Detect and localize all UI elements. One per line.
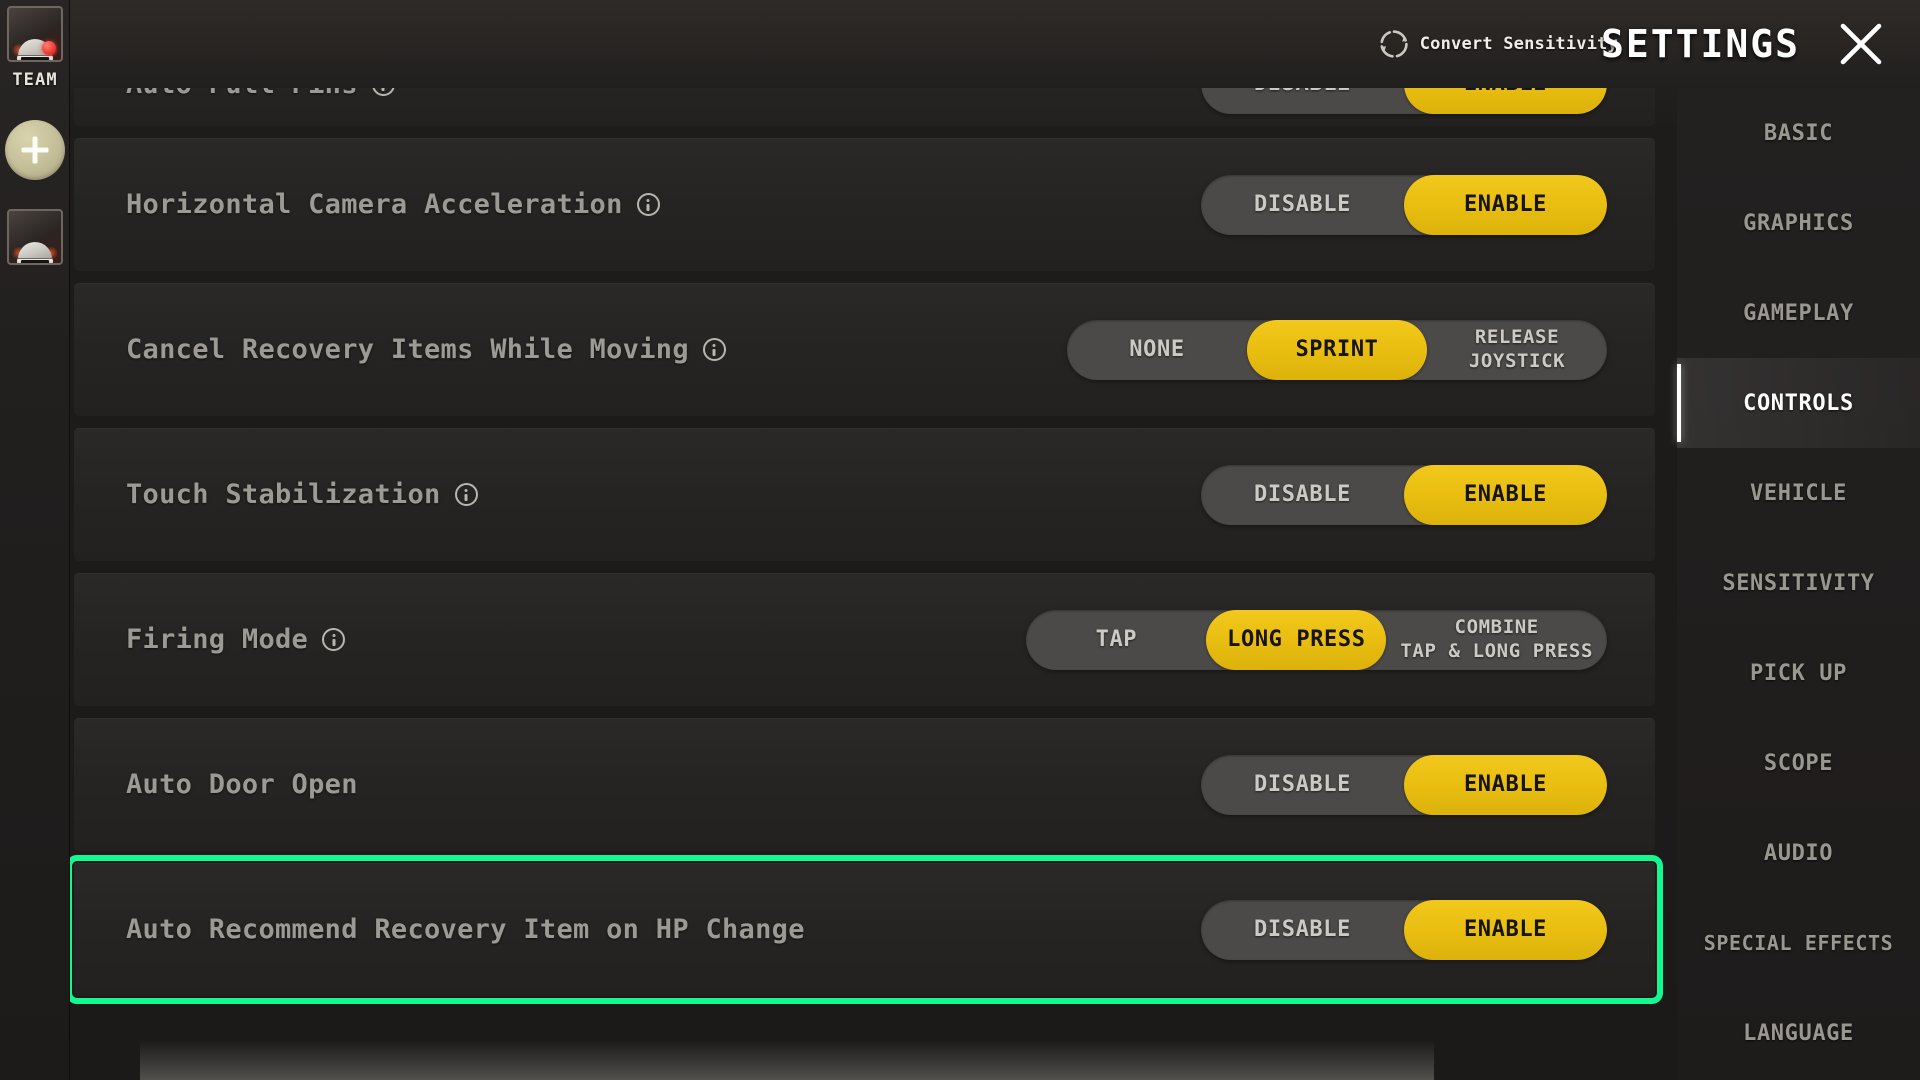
- setting-label: Auto Door Open: [126, 769, 358, 800]
- setting-option-group[interactable]: DISABLE ENABLE: [1201, 899, 1607, 960]
- setting-option-group[interactable]: DISABLE ENABLE: [1201, 754, 1607, 815]
- setting-option-group[interactable]: DISABLE ENABLE: [1201, 88, 1607, 114]
- option-label-line: DISABLE: [1254, 88, 1351, 96]
- option-disable[interactable]: DISABLE: [1201, 88, 1404, 114]
- option-label-line: ENABLE: [1464, 88, 1547, 96]
- option-label-line: DISABLE: [1254, 191, 1351, 217]
- list-bottom-fade: [140, 1040, 1434, 1080]
- info-icon[interactable]: [454, 483, 478, 506]
- tab-audio[interactable]: AUDIO: [1677, 808, 1920, 898]
- option-label-line: TAP & LONG PRESS: [1400, 639, 1593, 662]
- option-label-line: TAP: [1095, 626, 1138, 652]
- option-label-line: COMBINE: [1454, 615, 1539, 638]
- option-enable[interactable]: ENABLE: [1404, 88, 1607, 114]
- option-none[interactable]: NONE: [1067, 320, 1247, 380]
- setting-label-wrap: Firing Mode: [126, 624, 346, 655]
- option-label-line: ENABLE: [1463, 916, 1548, 942]
- settings-screen: TEAM Convert Sensitivity SETTINGS Horizo…: [0, 0, 1920, 1080]
- setting-label-wrap: Auto Pull Pins: [126, 88, 395, 100]
- option-label-line: ENABLE: [1463, 771, 1548, 797]
- notification-dot: [42, 41, 56, 55]
- tab-graphics[interactable]: GRAPHICS: [1677, 178, 1920, 268]
- settings-tab-rail[interactable]: BASIC GRAPHICS GAMEPLAY CONTROLS VEHICLE SENS…: [1677, 88, 1920, 1080]
- setting-label: Cancel Recovery Items While Moving: [126, 334, 689, 365]
- setting-row: Horizontal Camera Acceleration DISABLE ENA…: [74, 138, 1655, 271]
- setting-row: Firing Mode TAP LONG PRESS COMBINE TAP & LON…: [74, 573, 1655, 706]
- setting-row: Auto Recommend Recovery Item on HP Chang…: [70, 855, 1663, 1004]
- option-label-line: DISABLE: [1254, 916, 1351, 942]
- option-label-line: RELEASE: [1474, 325, 1560, 348]
- setting-label-wrap: Touch Stabilization: [126, 479, 478, 510]
- info-icon[interactable]: [371, 88, 395, 96]
- option-label-line: LONG PRESS: [1227, 626, 1366, 652]
- setting-label: Auto Pull Pins: [126, 88, 358, 100]
- close-button[interactable]: [1832, 15, 1890, 73]
- tab-scope[interactable]: SCOPE: [1677, 718, 1920, 808]
- option-combine-tap-long-press[interactable]: COMBINE TAP & LONG PRESS: [1386, 610, 1607, 670]
- convert-sensitivity-button[interactable]: Convert Sensitivity: [1377, 27, 1618, 61]
- setting-option-group[interactable]: TAP LONG PRESS COMBINE TAP & LONG PRESS: [1026, 609, 1607, 670]
- setting-row: Touch Stabilization DISABLE ENABLE: [74, 428, 1655, 561]
- convert-sensitivity-icon: [1380, 30, 1408, 58]
- option-label-line: JOYSTICK: [1468, 349, 1566, 372]
- option-disable[interactable]: DISABLE: [1201, 175, 1404, 235]
- setting-row: Auto Pull Pins DISABLE ENABLE: [74, 88, 1655, 126]
- option-label-line: DISABLE: [1254, 771, 1351, 797]
- option-disable[interactable]: DISABLE: [1201, 900, 1404, 960]
- tab-basic[interactable]: BASIC: [1677, 88, 1920, 178]
- option-label-line: SPRINT: [1295, 336, 1379, 362]
- tab-vehicle[interactable]: VEHICLE: [1677, 448, 1920, 538]
- option-label-line: ENABLE: [1463, 481, 1548, 507]
- option-label-line: ENABLE: [1463, 191, 1548, 217]
- option-enable[interactable]: ENABLE: [1404, 464, 1607, 525]
- setting-option-group[interactable]: DISABLE ENABLE: [1201, 464, 1607, 525]
- setting-label: Horizontal Camera Acceleration: [126, 189, 623, 220]
- setting-row: Auto Door Open DISABLE ENABLE: [74, 718, 1655, 851]
- page-title: SETTINGS: [1600, 22, 1800, 66]
- close-icon: [1840, 23, 1882, 65]
- setting-label: Auto Recommend Recovery Item on HP Chang…: [126, 914, 805, 945]
- option-disable[interactable]: DISABLE: [1201, 465, 1404, 525]
- option-tap[interactable]: TAP: [1026, 610, 1206, 670]
- avatar-self[interactable]: [7, 6, 63, 62]
- info-icon[interactable]: [636, 193, 660, 216]
- setting-option-group[interactable]: DISABLE ENABLE: [1201, 174, 1607, 235]
- option-enable[interactable]: ENABLE: [1404, 174, 1607, 235]
- option-label-line: NONE: [1129, 336, 1185, 362]
- convert-sensitivity-label: Convert Sensitivity: [1419, 34, 1618, 54]
- option-release-joystick[interactable]: RELEASE JOYSTICK: [1427, 320, 1607, 380]
- tab-language[interactable]: LANGUAGE: [1677, 988, 1920, 1078]
- tab-gameplay[interactable]: GAMEPLAY: [1677, 268, 1920, 358]
- setting-row: Cancel Recovery Items While Moving NONE SP…: [74, 283, 1655, 416]
- option-sprint[interactable]: SPRINT: [1247, 319, 1427, 380]
- settings-list[interactable]: Auto Pull PinsDISABLEENABLEHorizontal Ca…: [70, 88, 1677, 1080]
- tab-special-effects[interactable]: SPECIAL EFFECTS: [1677, 898, 1920, 988]
- setting-label-wrap: Auto Door Open: [126, 769, 358, 800]
- avatar-teammate[interactable]: [7, 209, 63, 265]
- setting-label-wrap: Horizontal Camera Acceleration: [126, 189, 660, 220]
- option-enable[interactable]: ENABLE: [1404, 899, 1607, 960]
- tab-sensitivity[interactable]: SENSITIVITY: [1677, 538, 1920, 628]
- setting-label-wrap: Cancel Recovery Items While Moving: [126, 334, 726, 365]
- setting-label-wrap: Auto Recommend Recovery Item on HP Chang…: [126, 914, 805, 945]
- setting-option-group[interactable]: NONE SPRINT RELEASE JOYSTICK: [1067, 319, 1607, 380]
- info-icon[interactable]: [322, 628, 346, 651]
- setting-label: Firing Mode: [126, 624, 309, 655]
- team-label: TEAM: [12, 70, 58, 90]
- option-long-press[interactable]: LONG PRESS: [1206, 609, 1387, 670]
- option-disable[interactable]: DISABLE: [1201, 755, 1404, 815]
- settings-header: Convert Sensitivity SETTINGS: [70, 0, 1920, 88]
- add-teammate-button[interactable]: [5, 120, 65, 180]
- tab-controls[interactable]: CONTROLS: [1677, 358, 1920, 448]
- info-icon[interactable]: [702, 338, 726, 361]
- team-rail: TEAM: [0, 0, 70, 1080]
- option-enable[interactable]: ENABLE: [1404, 754, 1607, 815]
- setting-label: Touch Stabilization: [126, 479, 441, 510]
- tab-pick-up[interactable]: PICK UP: [1677, 628, 1920, 718]
- option-label-line: DISABLE: [1254, 481, 1351, 507]
